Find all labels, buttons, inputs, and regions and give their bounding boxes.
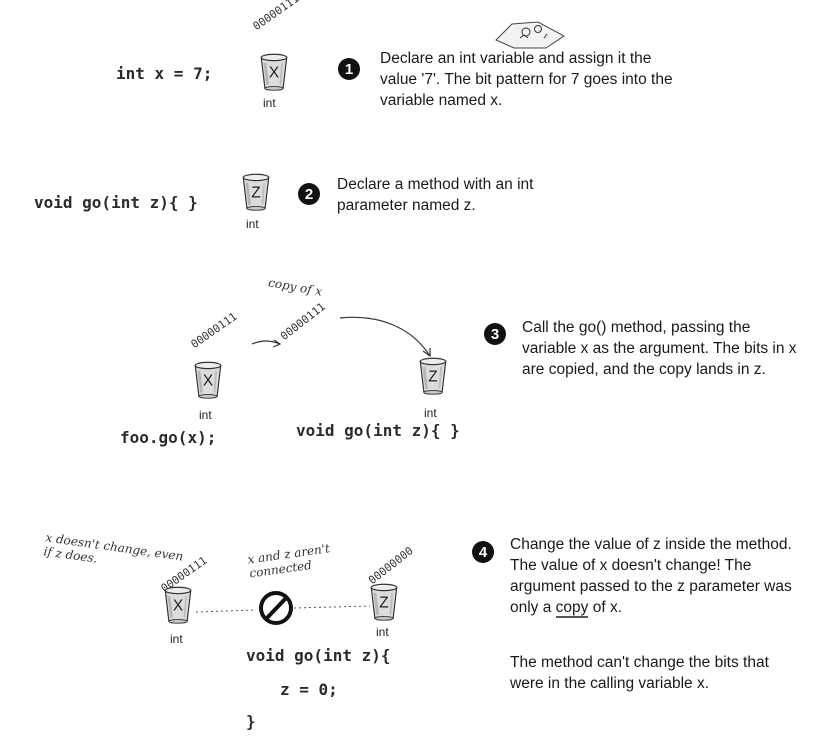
step4-number-badge: 4: [472, 541, 494, 563]
step1-number-badge: 1: [338, 58, 360, 80]
step3-call-code: foo.go(x);: [120, 428, 216, 447]
step3-method-code: void go(int z){ }: [296, 421, 460, 440]
bits-pile-icon: [495, 21, 565, 49]
step3-left-type-label: int: [199, 408, 212, 422]
step3-number-badge: 3: [484, 323, 506, 345]
step2-cup-icon: Z: [241, 172, 271, 212]
step4-code-line1: void go(int z){: [246, 646, 391, 665]
step3-call-suffix: );: [197, 428, 217, 447]
step2-cup-letter: Z: [251, 184, 260, 201]
step1-cup-icon: X: [259, 52, 289, 92]
step2-number-badge: 2: [298, 183, 320, 205]
step2-description: Declare a method with an int parameter n…: [337, 176, 534, 214]
step1-code: int x = 7;: [116, 64, 213, 83]
step4-cup-z-letter: Z: [379, 594, 388, 611]
step3-right-type-label: int: [424, 406, 437, 420]
step3-description: Call the go() method, passing the variab…: [522, 319, 797, 378]
step4-cup-x-letter: X: [173, 597, 183, 614]
step3-cup-x-letter: X: [203, 372, 213, 389]
step3-bits-left: 00000111: [188, 309, 240, 351]
step4-code-line3: }: [246, 712, 256, 731]
step2-code: void go(int z){ }: [34, 193, 198, 212]
step1-description: Declare an int variable and assign it th…: [380, 50, 673, 109]
step4-note-left: x doesn't change, even if z does.: [42, 530, 185, 566]
not-connected-icon: [196, 591, 371, 625]
step3-copy-label: copy of x: [267, 275, 324, 299]
step4-bits-z: 00000000: [365, 544, 416, 587]
step4-left-type-label: int: [170, 632, 183, 646]
step1-bits: 00000111: [250, 0, 302, 33]
step3-call-arg: x: [187, 428, 198, 447]
step2-type-label: int: [246, 217, 259, 231]
step4-code-line2: z = 0;: [280, 680, 338, 699]
step3-cup-z-icon: Z: [418, 356, 448, 396]
step4-desc-part2: of x.: [588, 599, 623, 616]
step3-cup-z-letter: Z: [428, 368, 437, 385]
step1-cup-letter: X: [269, 64, 279, 81]
step3-call-prefix: foo.go(: [120, 428, 188, 447]
step4-cup-z-icon: Z: [369, 582, 399, 622]
step1-type-label: int: [263, 96, 276, 110]
step4-right-type-label: int: [376, 625, 389, 639]
step3-cup-x-icon: X: [193, 360, 223, 400]
step4-note-middle: x and z aren't connected: [246, 541, 331, 581]
step4-desc-part1: Change the value of z inside the method.…: [510, 536, 792, 616]
step4-cup-x-icon: X: [163, 585, 193, 625]
step4-desc-copy: copy: [555, 599, 589, 618]
step4-description: Change the value of z inside the method.…: [510, 534, 800, 618]
step4-description2: The method can't change the bits that we…: [510, 654, 769, 692]
